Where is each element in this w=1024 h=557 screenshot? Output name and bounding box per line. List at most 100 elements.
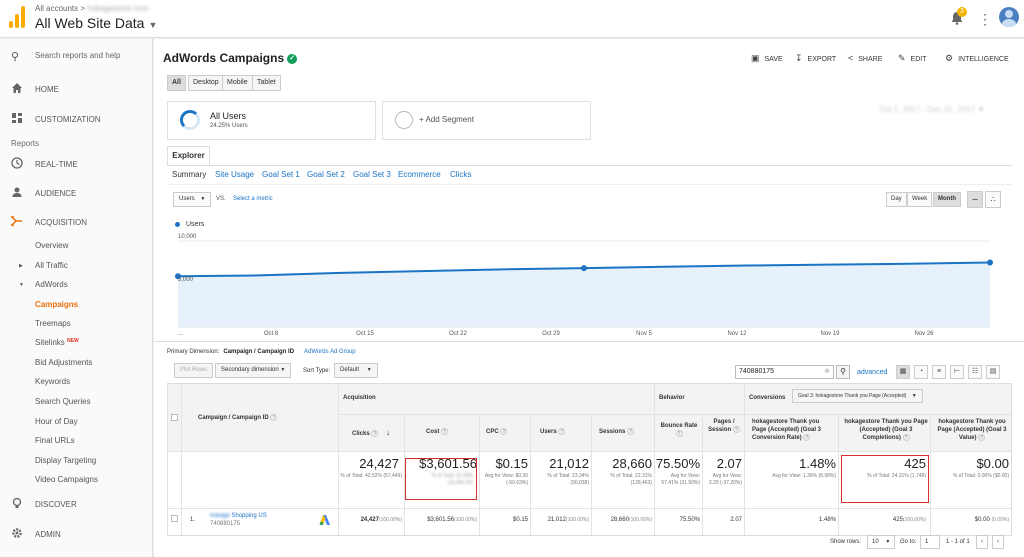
col-header-cost[interactable]: Cost ? <box>426 428 449 435</box>
breadcrumb[interactable]: All accounts > hokagestore.com <box>35 4 149 13</box>
edit-button[interactable]: ✎ EDIT <box>898 53 927 64</box>
clear-search-icon[interactable]: ⊗ <box>824 366 830 378</box>
sort-type-select[interactable]: Default ▼ <box>334 363 378 378</box>
share-button[interactable]: < SHARE <box>848 53 882 63</box>
save-button[interactable]: ▣ SAVE <box>751 53 783 64</box>
sidebar-item-adwords[interactable]: AdWords <box>35 280 68 289</box>
plot-rows-button[interactable]: Plot Rows <box>174 363 214 378</box>
col-header-clicks[interactable]: Clicks ? ↓ <box>352 428 390 437</box>
view-percentage-icon[interactable]: ◔ <box>914 365 928 379</box>
metric-select[interactable]: Users ▼ <box>173 192 211 207</box>
sidebar-item-overview[interactable]: Overview <box>35 241 68 250</box>
add-segment-button[interactable]: + Add Segment <box>382 101 591 140</box>
sidebar-item-all-traffic[interactable]: All Traffic <box>35 261 68 270</box>
advanced-filter-link[interactable]: advanced <box>857 369 887 376</box>
help-icon[interactable]: ? <box>675 430 683 437</box>
alt-dimension-link[interactable]: AdWords Ad Group <box>304 349 356 355</box>
sidebar-item-hour-of-day[interactable]: Hour of Day <box>35 417 78 426</box>
show-rows-select[interactable]: 10 ▼ <box>867 535 896 549</box>
sidebar-item-acquisition[interactable]: Acquisition <box>0 210 153 234</box>
more-vert-icon[interactable]: ⋮ <box>978 11 992 28</box>
sidebar-item-audience[interactable]: Audience <box>0 181 153 205</box>
view-pivot-icon[interactable]: ▤ <box>986 365 1000 379</box>
help-icon[interactable]: ? <box>371 429 379 437</box>
help-icon[interactable]: ? <box>627 428 635 435</box>
subtab-site-usage[interactable]: Site Usage <box>215 170 254 179</box>
help-icon[interactable]: ? <box>803 434 811 441</box>
sidebar-item-discover[interactable]: Discover <box>0 492 153 516</box>
help-icon[interactable]: ? <box>978 434 986 441</box>
help-icon[interactable]: ? <box>902 434 910 441</box>
col-header-campaign[interactable]: Campaign / Campaign ID ? <box>198 414 278 421</box>
col-header-completions[interactable]: hokagestore Thank you Page (Accepted) (G… <box>844 418 928 442</box>
breadcrumb-account[interactable]: hokagestore.com <box>87 4 148 13</box>
table-search-input[interactable]: 740880175 ⊗ <box>735 365 834 379</box>
subtab-ecommerce[interactable]: Ecommerce <box>398 170 441 179</box>
sidebar-item-final-urls[interactable]: Final URLs <box>35 436 75 445</box>
sidebar-item-treemaps[interactable]: Treemaps <box>35 319 71 328</box>
sidebar-item-campaigns[interactable]: Campaigns <box>35 300 78 309</box>
goto-input[interactable]: 1 <box>920 535 940 549</box>
device-tab-mobile[interactable]: Mobile <box>222 75 253 91</box>
subtab-goal-set-1[interactable]: Goal Set 1 <box>262 170 300 179</box>
export-button[interactable]: ↧ EXPORT <box>795 53 836 64</box>
view-performance-icon[interactable]: ≡ <box>932 365 946 379</box>
line-chart-icon[interactable]: ∽ <box>967 191 983 208</box>
campaign-link[interactable]: hokage Shopping US <box>210 513 267 519</box>
col-header-bounce-rate[interactable]: Bounce Rate? <box>658 422 700 438</box>
subtab-summary[interactable]: Summary <box>172 170 206 179</box>
sidebar-search[interactable]: ⚲ Search reports and help <box>0 39 153 73</box>
select-metric-link[interactable]: Select a metric <box>233 196 273 202</box>
help-icon[interactable]: ? <box>558 428 566 435</box>
granularity-month-button[interactable]: Month <box>933 192 961 207</box>
help-icon[interactable]: ? <box>441 428 449 435</box>
device-tab-desktop[interactable]: Desktop <box>188 75 224 91</box>
granularity-week-button[interactable]: Week <box>907 192 933 207</box>
account-selector[interactable]: All Web Site Data ▼ <box>35 15 157 31</box>
help-icon[interactable]: ? <box>270 414 278 421</box>
sidebar-item-home[interactable]: Home <box>0 77 153 101</box>
view-comparison-icon[interactable]: ⊢ <box>950 365 964 379</box>
breadcrumb-root[interactable]: All accounts <box>35 4 78 13</box>
device-tab-tablet[interactable]: Tablet <box>252 75 281 91</box>
sidebar-item-search-queries[interactable]: Search Queries <box>35 397 91 406</box>
notifications-bell-icon[interactable]: 3 <box>950 7 967 25</box>
tab-explorer[interactable]: Explorer <box>167 146 210 166</box>
sidebar-item-keywords[interactable]: Keywords <box>35 377 70 386</box>
sidebar-item-video-campaigns[interactable]: Video Campaigns <box>35 475 98 484</box>
subtab-goal-set-2[interactable]: Goal Set 2 <box>307 170 345 179</box>
sidebar-item-admin[interactable]: Admin <box>0 522 153 546</box>
sidebar-item-display-targeting[interactable]: Display Targeting <box>35 456 96 465</box>
row-checkbox[interactable] <box>171 515 178 522</box>
col-header-users[interactable]: Users ? <box>540 428 566 435</box>
intelligence-button[interactable]: ⚙ INTELLIGENCE <box>945 53 1009 64</box>
col-header-value[interactable]: hokagestore Thank you Page (Accepted) (G… <box>933 418 1011 442</box>
next-page-button[interactable]: › <box>992 535 1004 549</box>
sidebar-item-bid-adjustments[interactable]: Bid Adjustments <box>35 358 92 367</box>
sidebar-item-sitelinks[interactable]: Sitelinks NEW <box>35 338 79 347</box>
collapse-triangle-icon[interactable]: ▼ <box>19 282 24 288</box>
help-icon[interactable]: ? <box>500 428 508 435</box>
subtab-clicks[interactable]: Clicks <box>450 170 471 179</box>
sidebar-item-customization[interactable]: Customization <box>0 107 153 131</box>
sidebar-item-realtime[interactable]: Real-Time <box>0 152 153 176</box>
primary-dimension-value[interactable]: Campaign / Campaign ID <box>223 349 294 355</box>
search-icon[interactable]: ⚲ <box>836 365 850 379</box>
col-header-cpc[interactable]: CPC ? <box>486 428 508 435</box>
analytics-logo-icon[interactable] <box>9 6 25 28</box>
device-tab-all[interactable]: All <box>167 75 186 91</box>
subtab-goal-set-3[interactable]: Goal Set 3 <box>353 170 391 179</box>
col-header-pages-session[interactable]: Pages / Session ? <box>706 418 742 434</box>
view-data-grid-icon[interactable]: ▦ <box>896 365 910 379</box>
motion-chart-icon[interactable]: ∴ <box>985 191 1001 208</box>
avatar[interactable] <box>999 7 1019 27</box>
help-icon[interactable]: ? <box>732 426 740 433</box>
goal-select[interactable]: Goal 3: hokagestore Thank you Page (Acce… <box>792 389 923 403</box>
prev-page-button[interactable]: ‹ <box>976 535 988 549</box>
segment-all-users[interactable]: All Users 24.25% Users <box>167 101 376 140</box>
expand-triangle-icon[interactable]: ▶ <box>19 263 23 269</box>
col-header-sessions[interactable]: Sessions ? <box>599 428 635 435</box>
granularity-day-button[interactable]: Day <box>886 192 907 207</box>
secondary-dimension-select[interactable]: Secondary dimension ▼ <box>215 363 292 378</box>
date-range-picker[interactable]: Oct 1, 2017 - Dec 31, 2017 ▼ <box>879 105 985 114</box>
